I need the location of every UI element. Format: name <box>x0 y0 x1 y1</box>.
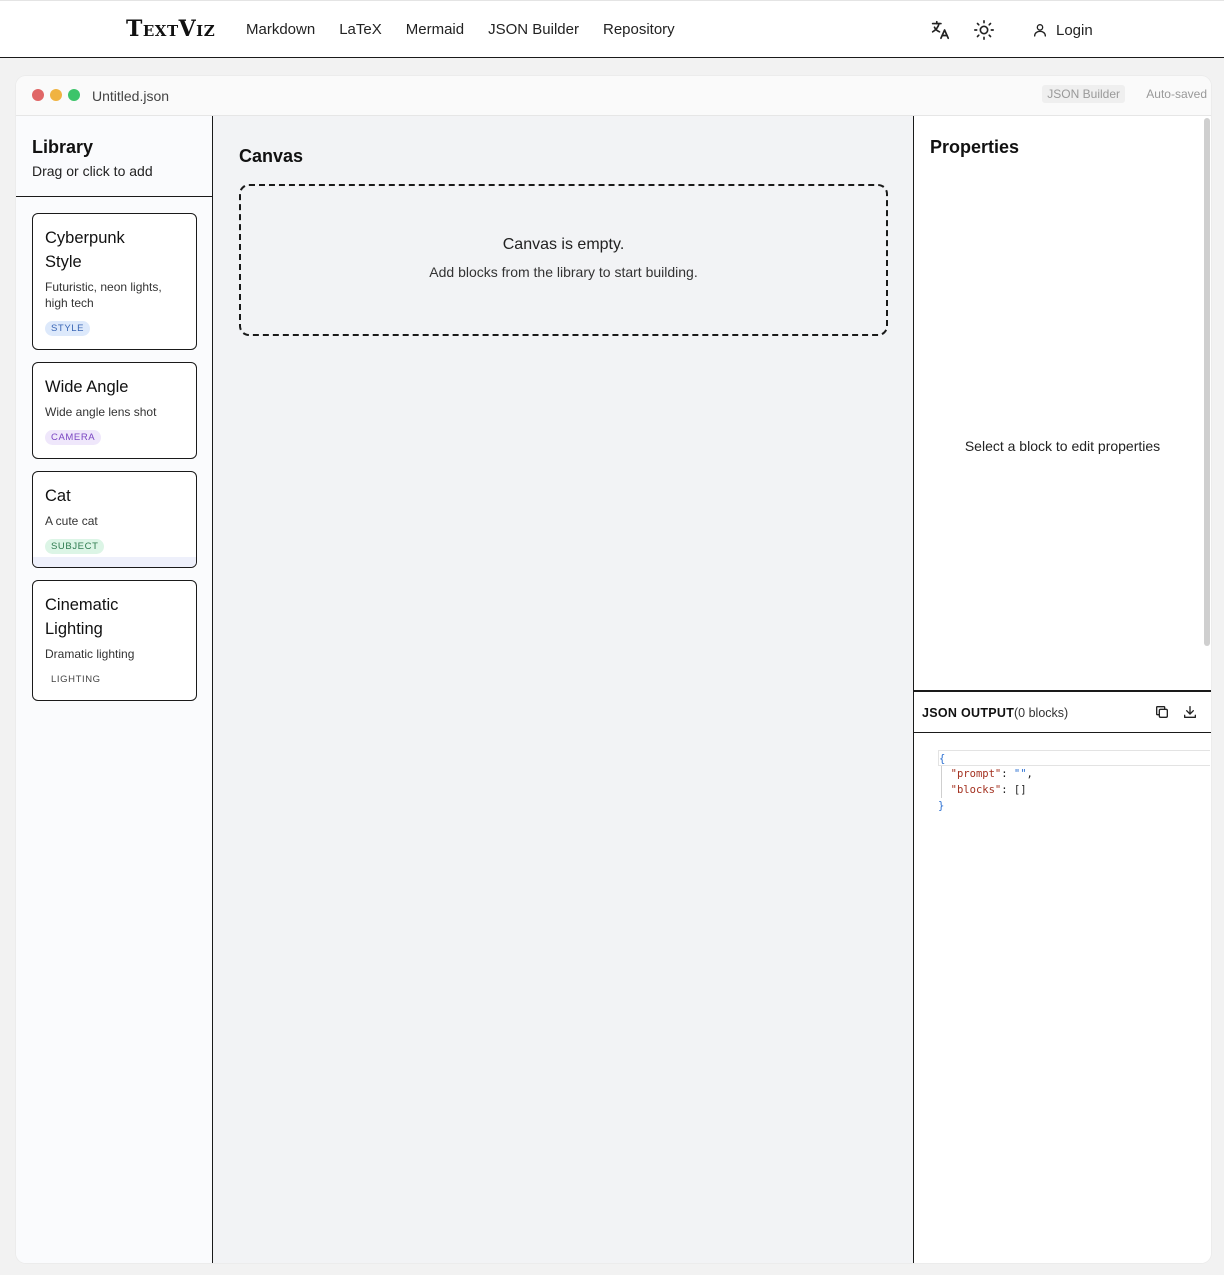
code-line: "blocks": [] <box>950 784 1027 796</box>
code-line: { <box>938 750 1210 766</box>
nav-json-builder[interactable]: JSON Builder <box>488 21 579 38</box>
user-icon <box>1034 24 1046 37</box>
top-navigation-bar: TextViz Markdown LaTeX Mermaid JSON Buil… <box>0 0 1224 58</box>
download-icon[interactable] <box>1182 704 1198 725</box>
library-subtitle: Drag or click to add <box>32 163 153 179</box>
canvas-empty-subtitle: Add blocks from the library to start bui… <box>429 264 698 280</box>
card-title: Cinematic Lighting <box>45 593 184 641</box>
canvas-empty-title: Canvas is empty. <box>502 236 625 253</box>
canvas-dropzone[interactable]: Canvas is empty. Add blocks from the lib… <box>239 184 888 336</box>
card-description: Dramatic lighting <box>45 646 184 662</box>
properties-panel: Properties Select a block to edit proper… <box>913 116 1211 690</box>
card-description-line: high tech <box>45 296 94 310</box>
card-description: A cute cat <box>45 513 184 529</box>
window-maximize-dot[interactable] <box>68 89 80 101</box>
window-titlebar: Untitled.json JSON Builder Auto-saved <box>16 76 1211 116</box>
card-title: Wide Angle <box>45 375 184 399</box>
sun-icon[interactable] <box>972 18 996 42</box>
login-label: Login <box>1056 21 1093 39</box>
category-tag-camera: CAMERA <box>45 430 102 445</box>
card-title-line: Cinematic <box>45 596 119 614</box>
json-code-view[interactable]: { "prompt": "", "blocks": [] } <box>938 750 1210 814</box>
copy-icon[interactable] <box>1154 704 1170 725</box>
library-card-cyberpunk-style[interactable]: Cyberpunk Style Futuristic, neon lights,… <box>32 213 197 350</box>
properties-title: Properties <box>930 137 1020 157</box>
canvas-panel: Canvas Canvas is empty. Add blocks from … <box>213 116 913 1263</box>
json-open-brace: { <box>939 753 946 765</box>
library-card-wide-angle[interactable]: Wide Angle Wide angle lens shot CAMERA <box>32 362 197 459</box>
json-output-panel: JSON OUTPUT (0 blocks) { "prompt": "", "… <box>913 690 1211 1263</box>
indent-guide <box>941 766 942 798</box>
card-description-line: Dramatic lighting <box>45 647 135 661</box>
card-hover-strip <box>33 557 196 567</box>
library-card-cinematic-lighting[interactable]: Cinematic Lighting Dramatic lighting LIG… <box>32 580 197 701</box>
editor-window: Untitled.json JSON Builder Auto-saved Li… <box>16 76 1211 1263</box>
brand-logo[interactable]: TextViz <box>126 16 215 42</box>
code-line: "prompt": "", <box>950 768 1033 780</box>
category-tag-style: STYLE <box>45 321 91 336</box>
main-nav: Markdown LaTeX Mermaid JSON Builder Repo… <box>246 21 675 38</box>
json-close-brace: } <box>938 800 945 812</box>
json-value-prompt: "" <box>1013 768 1027 780</box>
login-button[interactable]: Login <box>1032 22 1093 39</box>
library-title: Library <box>32 137 94 157</box>
category-tag-lighting: LIGHTING <box>51 674 101 685</box>
mode-badge: JSON Builder <box>1042 85 1125 103</box>
nav-markdown[interactable]: Markdown <box>246 21 315 38</box>
card-title-line: Wide Angle <box>45 378 129 396</box>
json-output-header: JSON OUTPUT (0 blocks) <box>914 692 1211 733</box>
card-title-line: Cat <box>45 487 71 505</box>
library-header: Library Drag or click to add <box>16 116 212 197</box>
card-title: Cyberpunk Style <box>45 226 184 274</box>
scrollbar-thumb[interactable] <box>1204 118 1210 646</box>
properties-scrollbar[interactable] <box>1203 116 1211 690</box>
card-title: Cat <box>45 484 184 508</box>
translate-icon[interactable] <box>928 18 952 42</box>
card-description-line: Futuristic, neon lights, <box>45 280 162 294</box>
window-minimize-dot[interactable] <box>50 89 62 101</box>
json-value-blocks: [] <box>1013 784 1027 796</box>
card-description-line: Wide angle lens shot <box>45 405 157 419</box>
json-block-count: (0 blocks) <box>1014 706 1069 720</box>
window-close-dot[interactable] <box>32 89 44 101</box>
library-card-cat[interactable]: Cat A cute cat SUBJECT <box>32 471 197 568</box>
card-title-line: Lighting <box>45 620 103 638</box>
json-key-prompt: "prompt" <box>950 768 1002 780</box>
category-tag-subject: SUBJECT <box>45 539 105 554</box>
card-description: Wide angle lens shot <box>45 404 184 420</box>
card-description: Futuristic, neon lights, high tech <box>45 279 184 311</box>
card-title-line: Style <box>45 253 82 271</box>
file-name: Untitled.json <box>92 88 170 104</box>
nav-mermaid[interactable]: Mermaid <box>406 21 464 38</box>
card-title-line: Cyberpunk <box>45 229 125 247</box>
top-actions: Login <box>928 18 1093 42</box>
properties-empty-text: Select a block to edit properties <box>964 438 1161 454</box>
json-output-label: JSON OUTPUT <box>922 706 1015 720</box>
json-key-blocks: "blocks" <box>950 784 1002 796</box>
library-panel: Library Drag or click to add Cyberpunk S… <box>16 116 213 1263</box>
nav-repository[interactable]: Repository <box>603 21 675 38</box>
card-description-line: A cute cat <box>45 514 98 528</box>
code-line: } <box>938 798 1210 814</box>
nav-latex[interactable]: LaTeX <box>339 21 382 38</box>
canvas-title: Canvas <box>239 146 304 166</box>
autosave-status: Auto-saved <box>1146 87 1207 101</box>
